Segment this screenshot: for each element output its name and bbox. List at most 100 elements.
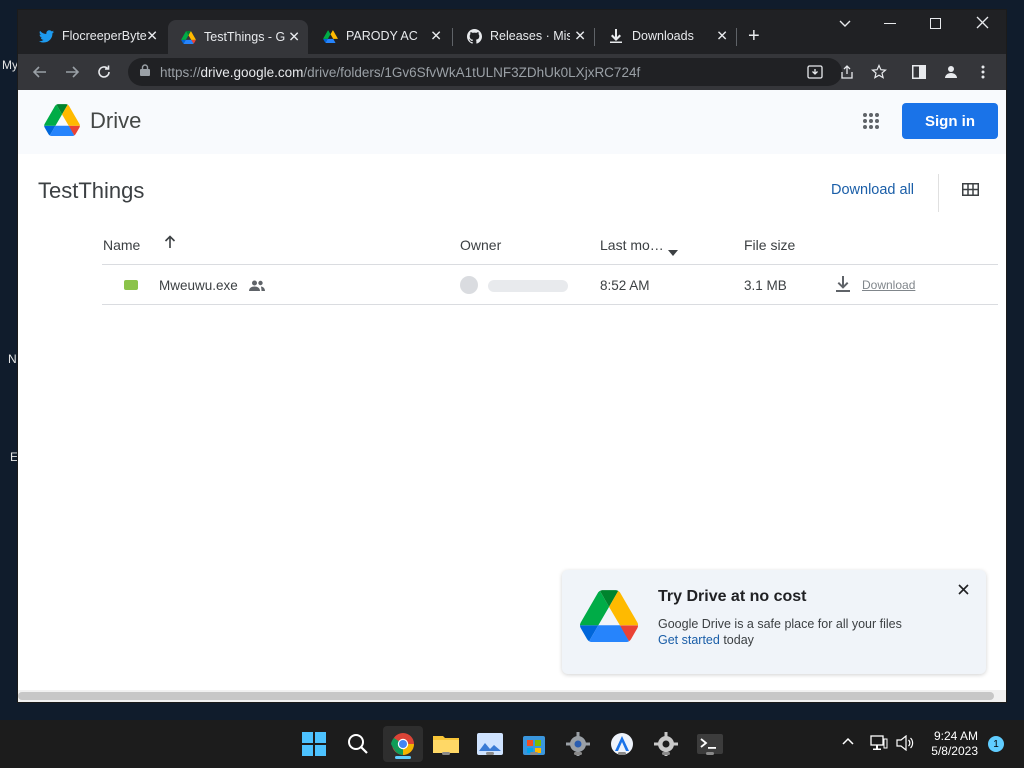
- share-icon[interactable]: [838, 63, 856, 81]
- horizontal-scrollbar[interactable]: [18, 690, 1006, 702]
- google-apps-icon[interactable]: [862, 112, 880, 135]
- column-header-name[interactable]: Name: [103, 237, 140, 253]
- download-link[interactable]: Download: [862, 278, 915, 292]
- url-path: /drive/folders/1Gv6SfvWkA1tULNF3ZDhUk0LX…: [303, 64, 641, 80]
- owner-name-placeholder: [488, 280, 568, 292]
- drive-header: Drive Sign in: [18, 90, 1006, 154]
- google-drive-icon: [180, 29, 196, 45]
- tab-title: TestThings - G: [204, 30, 286, 44]
- url-text: https://drive.google.com/drive/folders/1…: [160, 65, 640, 80]
- last-modified-value: 8:52 AM: [600, 278, 650, 293]
- chrome-taskbar-icon[interactable]: [383, 726, 423, 762]
- settings-gear-icon[interactable]: [564, 730, 592, 758]
- tab-parody-acc[interactable]: PARODY ACC ✕: [310, 22, 450, 50]
- header-divider: [102, 264, 998, 265]
- lock-icon[interactable]: [140, 63, 150, 81]
- desktop-icon-label[interactable]: My: [2, 58, 18, 72]
- desktop-icon-label[interactable]: N: [8, 352, 17, 366]
- tab-strip: FlocreeperByte ✕ TestThings - G ✕ PARODY…: [18, 10, 1006, 54]
- google-drive-logo-icon: [580, 590, 639, 647]
- tab-releases[interactable]: Releases · Mish ✕: [454, 22, 594, 50]
- tab-flocreeperbyte[interactable]: FlocreeperByte ✕: [26, 22, 166, 50]
- drive-page: Drive Sign in TestThings Download all Na…: [18, 90, 1006, 702]
- file-name[interactable]: Mweuwu.exe: [159, 278, 238, 293]
- column-header-last-modified[interactable]: Last mo…: [600, 237, 664, 253]
- tab-downloads[interactable]: Downloads ✕: [596, 22, 736, 50]
- running-indicator: [442, 752, 450, 755]
- file-size-value: 3.1 MB: [744, 278, 787, 293]
- close-icon[interactable]: ✕: [574, 28, 586, 45]
- close-icon[interactable]: ✕: [430, 28, 442, 45]
- browser-window: FlocreeperByte ✕ TestThings - G ✕ PARODY…: [18, 10, 1006, 702]
- close-promo-button[interactable]: [958, 582, 969, 600]
- download-all-button[interactable]: Download all: [831, 182, 914, 198]
- close-icon[interactable]: ✕: [288, 29, 300, 46]
- close-window-button[interactable]: [976, 16, 989, 32]
- row-divider: [102, 304, 998, 305]
- shared-people-icon: [249, 279, 265, 294]
- more-menu-icon[interactable]: [974, 63, 992, 81]
- gear-icon[interactable]: [652, 730, 680, 758]
- owner-avatar: [460, 276, 478, 294]
- github-icon: [466, 28, 482, 44]
- running-indicator: [706, 752, 714, 755]
- search-icon[interactable]: [344, 730, 372, 758]
- promo-cta-suffix: today: [719, 633, 754, 647]
- network-icon[interactable]: [870, 735, 888, 754]
- download-icon: [608, 28, 624, 44]
- download-icon[interactable]: [836, 276, 850, 297]
- new-tab-button[interactable]: +: [748, 24, 760, 48]
- folder-title: TestThings: [38, 178, 145, 203]
- system-clock[interactable]: 9:24 AM 5/8/2023: [924, 729, 978, 759]
- caret-down-icon[interactable]: [668, 243, 678, 259]
- forward-button[interactable]: [62, 62, 82, 82]
- column-header-owner[interactable]: Owner: [460, 237, 501, 253]
- drive-brand[interactable]: Drive: [90, 108, 141, 134]
- taskbar: 9:24 AM 5/8/2023 1: [0, 720, 1024, 768]
- address-bar[interactable]: https://drive.google.com/drive/folders/1…: [128, 58, 842, 86]
- google-drive-icon: [322, 28, 338, 44]
- url-scheme: https://: [160, 64, 201, 80]
- side-panel-icon[interactable]: [910, 63, 928, 81]
- desktop-icon-label[interactable]: E: [10, 450, 18, 464]
- photos-app-icon[interactable]: [476, 730, 504, 758]
- try-drive-promo: Try Drive at no cost Google Drive is a s…: [562, 570, 986, 674]
- terminal-icon[interactable]: [696, 730, 724, 758]
- sign-in-button[interactable]: Sign in: [902, 103, 998, 139]
- tab-testthings[interactable]: TestThings - G ✕: [168, 20, 308, 54]
- volume-icon[interactable]: [896, 734, 914, 754]
- running-indicator: [662, 752, 670, 755]
- sort-ascending-icon[interactable]: [164, 235, 176, 252]
- running-indicator: [574, 752, 582, 755]
- store-app-icon[interactable]: [520, 730, 548, 758]
- notification-badge[interactable]: 1: [988, 736, 1004, 752]
- back-button[interactable]: [30, 62, 50, 82]
- google-drive-logo-icon[interactable]: [44, 104, 80, 141]
- start-menu-icon[interactable]: [300, 730, 328, 758]
- minimize-button[interactable]: [884, 16, 896, 33]
- close-icon[interactable]: ✕: [146, 28, 158, 45]
- app-icon[interactable]: [608, 730, 636, 758]
- browser-toolbar: https://drive.google.com/drive/folders/1…: [18, 54, 1006, 90]
- profile-avatar-icon[interactable]: [942, 63, 960, 81]
- scrollbar-thumb[interactable]: [18, 692, 994, 700]
- file-explorer-icon[interactable]: [432, 730, 460, 758]
- get-started-link[interactable]: Get started: [658, 633, 720, 647]
- reload-button[interactable]: [94, 62, 114, 82]
- twitter-icon: [38, 28, 54, 44]
- exe-file-icon: [124, 280, 138, 290]
- tab-search-icon[interactable]: [838, 16, 852, 33]
- maximize-button[interactable]: [930, 17, 942, 33]
- grid-view-icon[interactable]: [962, 183, 979, 201]
- clock-date: 5/8/2023: [931, 744, 978, 758]
- column-header-file-size[interactable]: File size: [744, 237, 795, 253]
- tab-title: Releases · Mish: [490, 29, 570, 43]
- promo-title: Try Drive at no cost: [658, 588, 807, 605]
- clock-time: 9:24 AM: [933, 729, 978, 743]
- chevron-up-icon[interactable]: [842, 735, 854, 751]
- promo-description: Google Drive is a safe place for all you…: [658, 617, 902, 631]
- close-icon[interactable]: ✕: [716, 28, 728, 45]
- tab-separator: [452, 28, 453, 46]
- bookmark-star-icon[interactable]: [870, 63, 888, 81]
- install-app-icon[interactable]: [806, 63, 824, 81]
